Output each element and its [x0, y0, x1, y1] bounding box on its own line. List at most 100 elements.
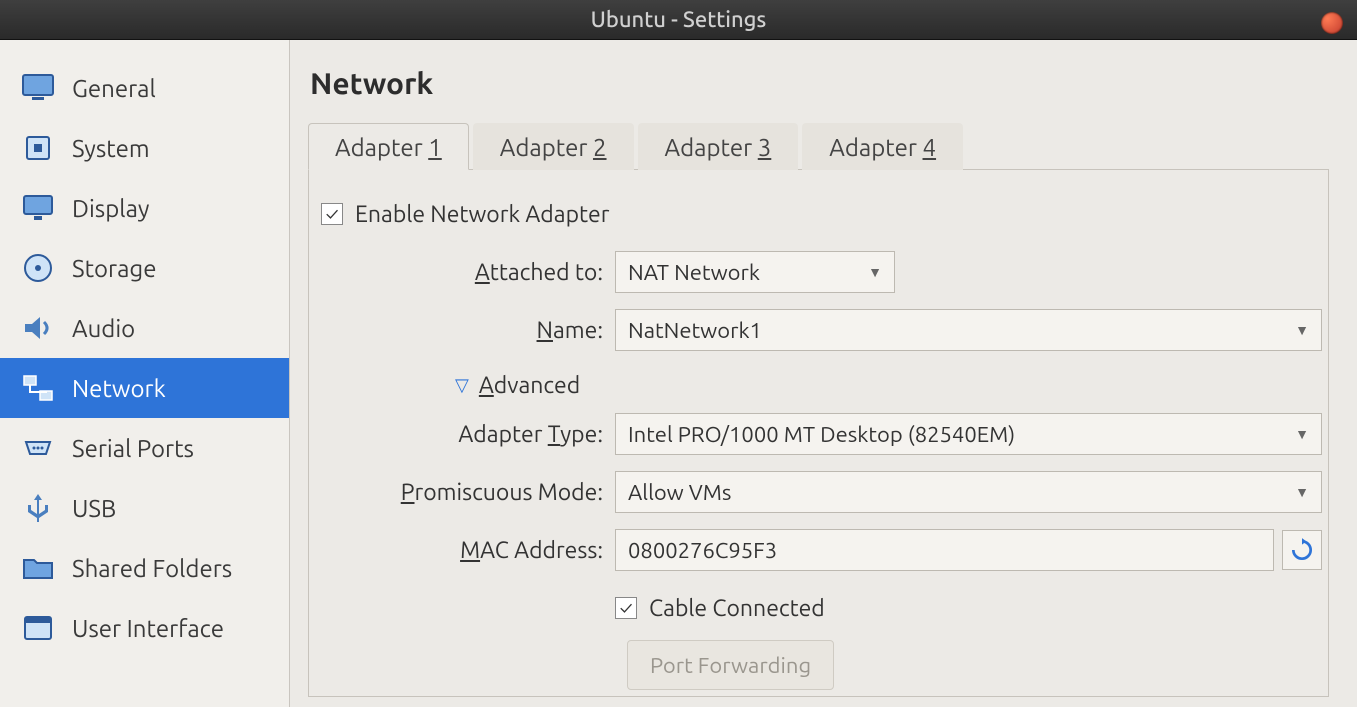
- sidebar-item-label: System: [72, 135, 150, 162]
- label-accel: P: [401, 480, 415, 505]
- enable-adapter-label: Enable Network Adapter: [355, 202, 609, 227]
- row-name: Name: NatNetwork1 ▼: [315, 304, 1322, 356]
- chevron-down-icon: ▼: [1295, 426, 1309, 442]
- sidebar-item-system[interactable]: System: [0, 118, 289, 178]
- tab-adapter-4[interactable]: Adapter 4: [802, 123, 963, 170]
- chip-icon: [18, 128, 58, 168]
- label-post: ype:: [560, 422, 603, 447]
- row-attached-to: Attached to: NAT Network ▼: [315, 246, 1322, 298]
- sidebar-item-label: Serial Ports: [72, 435, 194, 462]
- sidebar-item-network[interactable]: Network: [0, 358, 289, 418]
- tab-label-prefix: Adapter: [665, 134, 758, 161]
- adapter-type-select[interactable]: Intel PRO/1000 MT Desktop (82540EM) ▼: [615, 413, 1322, 455]
- row-port-forwarding: Port Forwarding: [315, 640, 1322, 690]
- settings-window: Ubuntu - Settings General System: [0, 0, 1357, 707]
- adapter-type-label: Adapter Type:: [315, 422, 615, 447]
- label-accel: A: [479, 373, 494, 398]
- titlebar: Ubuntu - Settings: [0, 0, 1357, 40]
- name-select[interactable]: NatNetwork1 ▼: [615, 309, 1322, 351]
- sidebar-item-label: Shared Folders: [72, 555, 232, 582]
- sidebar-item-shared-folders[interactable]: Shared Folders: [0, 538, 289, 598]
- sidebar-item-label: General: [72, 75, 156, 102]
- attached-to-label: Attached to:: [315, 260, 615, 285]
- mac-address-input[interactable]: 0800276C95F3: [615, 529, 1274, 571]
- label-accel: M: [460, 538, 480, 563]
- input-value: 0800276C95F3: [628, 538, 777, 563]
- label-accel: T: [548, 422, 560, 447]
- disk-icon: [18, 248, 58, 288]
- tab-label-prefix: Adapter: [500, 134, 593, 161]
- sidebar-item-serial-ports[interactable]: Serial Ports: [0, 418, 289, 478]
- enable-adapter-checkbox[interactable]: ✓: [321, 203, 343, 225]
- main-panel: Network Adapter 1 Adapter 2 Adapter 3 Ad…: [290, 40, 1357, 707]
- row-mac-address: MAC Address: 0800276C95F3: [315, 524, 1322, 576]
- monitor-icon: [18, 68, 58, 108]
- advanced-toggle[interactable]: ▽ Advanced: [315, 362, 1322, 408]
- tabbar: Adapter 1 Adapter 2 Adapter 3 Adapter 4: [308, 122, 1329, 170]
- tab-adapter-1[interactable]: Adapter 1: [308, 123, 469, 170]
- tab-label-accel: 1: [428, 134, 442, 161]
- port-forwarding-button[interactable]: Port Forwarding: [627, 640, 834, 690]
- chevron-down-icon: ▼: [1295, 322, 1309, 338]
- close-icon[interactable]: [1321, 12, 1343, 34]
- label-accel: A: [475, 260, 490, 285]
- ui-icon: [18, 608, 58, 648]
- sidebar: General System Display Storage: [0, 40, 290, 707]
- serial-icon: [18, 428, 58, 468]
- tab-adapter-2[interactable]: Adapter 2: [473, 123, 634, 170]
- attached-to-select[interactable]: NAT Network ▼: [615, 251, 895, 293]
- display-icon: [18, 188, 58, 228]
- sidebar-item-general[interactable]: General: [0, 58, 289, 118]
- name-label: Name:: [315, 318, 615, 343]
- sidebar-item-label: Storage: [72, 255, 156, 282]
- label-rest: AC Address:: [480, 538, 603, 563]
- window-title: Ubuntu - Settings: [591, 7, 767, 32]
- window-body: General System Display Storage: [0, 40, 1357, 707]
- row-promiscuous-mode: Promiscuous Mode: Allow VMs ▼: [315, 466, 1322, 518]
- mac-address-label: MAC Address:: [315, 538, 615, 563]
- sidebar-item-label: USB: [72, 495, 116, 522]
- row-enable-adapter: ✓ Enable Network Adapter: [315, 188, 1322, 240]
- row-cable-connected: ✓ Cable Connected: [315, 582, 1322, 634]
- select-value: Allow VMs: [628, 480, 731, 505]
- label-pre: Adapter: [458, 422, 547, 447]
- folder-icon: [18, 548, 58, 588]
- sidebar-item-audio[interactable]: Audio: [0, 298, 289, 358]
- cable-connected-label: Cable Connected: [649, 596, 825, 621]
- tabpanel-adapter-1: ✓ Enable Network Adapter Attached to: NA…: [308, 170, 1329, 697]
- sidebar-item-label: Audio: [72, 315, 135, 342]
- label-rest: ttached to:: [490, 260, 603, 285]
- label-accel: C: [649, 596, 663, 621]
- label-rest: able Connected: [663, 596, 825, 621]
- row-adapter-type: Adapter Type: Intel PRO/1000 MT Desktop …: [315, 408, 1322, 460]
- usb-icon: [18, 488, 58, 528]
- sidebar-item-label: Display: [72, 195, 149, 222]
- sidebar-item-label: User Interface: [72, 615, 224, 642]
- network-icon: [18, 368, 58, 408]
- promiscuous-mode-label: Promiscuous Mode:: [315, 480, 615, 505]
- select-value: Intel PRO/1000 MT Desktop (82540EM): [628, 422, 1015, 447]
- chevron-down-icon: ▼: [868, 264, 882, 280]
- chevron-down-icon: ▼: [1295, 484, 1309, 500]
- sidebar-item-label: Network: [72, 375, 166, 402]
- refresh-icon: [1289, 537, 1315, 563]
- tab-label-accel: 3: [758, 134, 772, 161]
- tab-label-accel: 2: [593, 134, 607, 161]
- speaker-icon: [18, 308, 58, 348]
- label-accel: E: [355, 202, 368, 227]
- promiscuous-mode-select[interactable]: Allow VMs ▼: [615, 471, 1322, 513]
- label-rest: romiscuous Mode:: [415, 480, 604, 505]
- mac-refresh-button[interactable]: [1282, 530, 1322, 570]
- sidebar-item-display[interactable]: Display: [0, 178, 289, 238]
- tab-adapter-3[interactable]: Adapter 3: [638, 123, 799, 170]
- tab-label-prefix: Adapter: [335, 134, 428, 161]
- sidebar-item-storage[interactable]: Storage: [0, 238, 289, 298]
- sidebar-item-user-interface[interactable]: User Interface: [0, 598, 289, 658]
- label-rest: dvanced: [494, 373, 580, 398]
- select-value: NAT Network: [628, 260, 760, 285]
- sidebar-item-usb[interactable]: USB: [0, 478, 289, 538]
- cable-connected-checkbox[interactable]: ✓: [615, 597, 637, 619]
- label-accel: N: [537, 318, 553, 343]
- tab-label-accel: 4: [923, 134, 937, 161]
- tab-label-prefix: Adapter: [829, 134, 922, 161]
